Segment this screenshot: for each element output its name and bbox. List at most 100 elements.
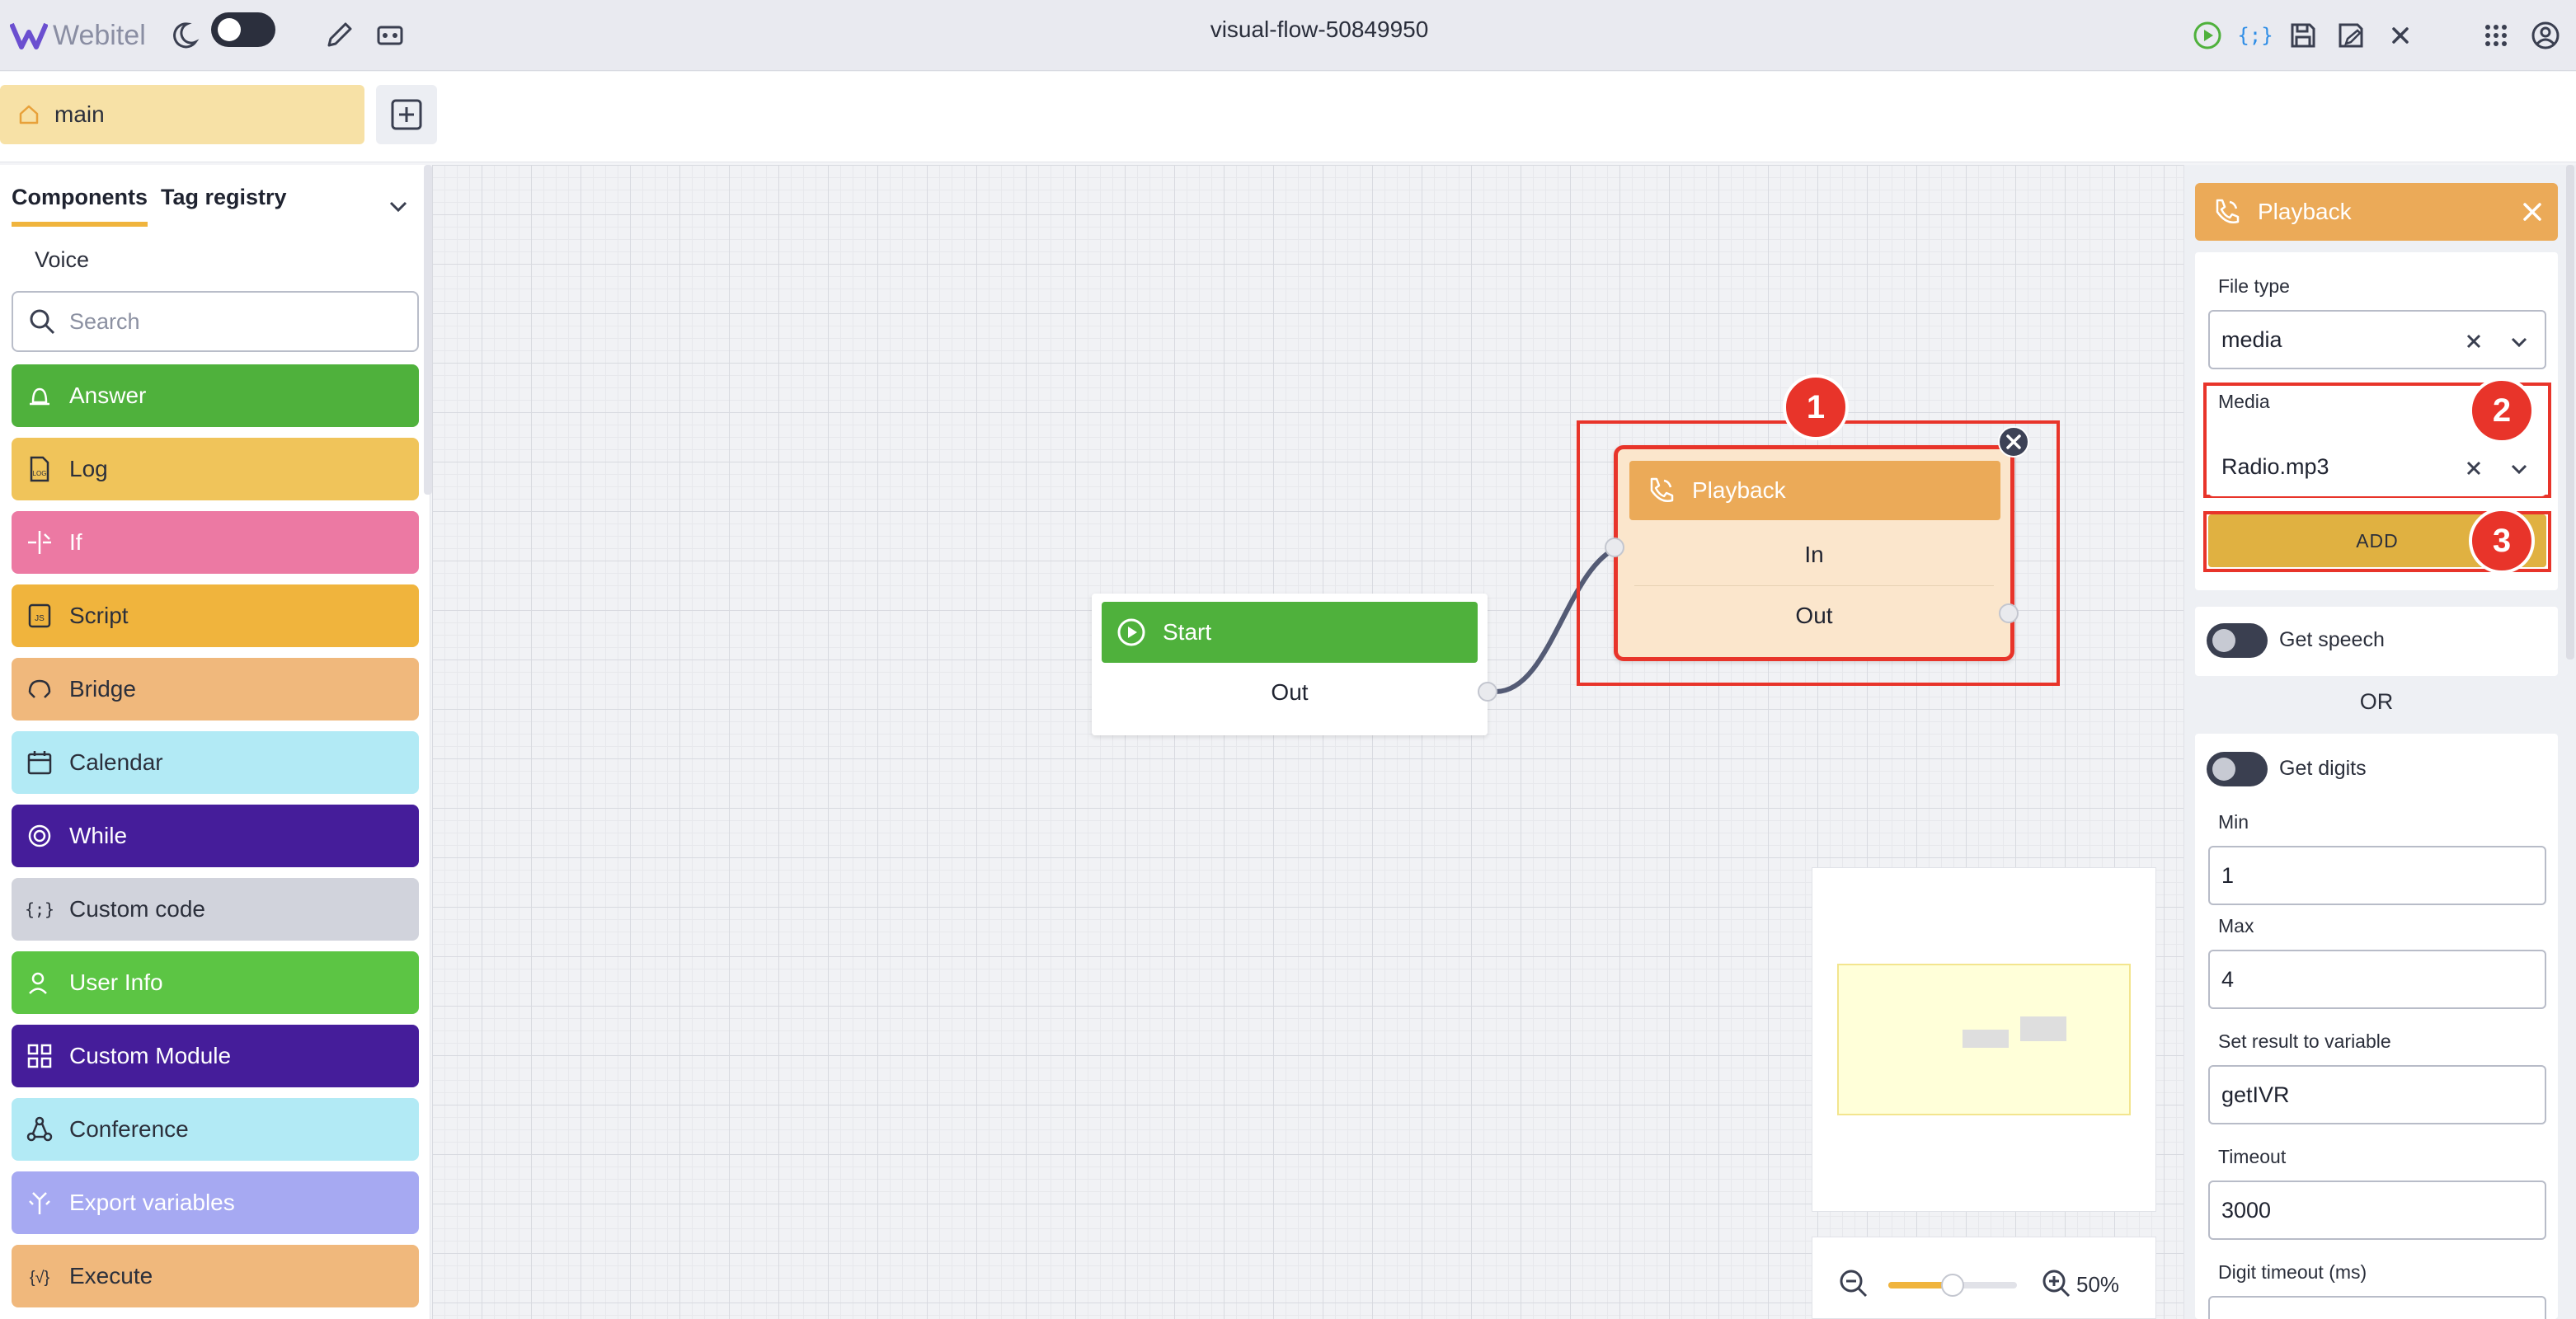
- clear-icon[interactable]: [2462, 457, 2485, 480]
- media-label: Media: [2218, 391, 2270, 412]
- component-label: Conference: [69, 1116, 189, 1142]
- tab-tag-registry[interactable]: Tag registry: [161, 185, 287, 227]
- svg-text:{;}: {;}: [25, 899, 54, 919]
- playback-in-label: In: [1804, 542, 1824, 567]
- phone-playback-icon: [1650, 477, 1674, 502]
- add-square-icon: [391, 99, 422, 130]
- minimap-node: [1963, 1030, 2009, 1048]
- search-input[interactable]: Search: [12, 291, 419, 352]
- webitel-logo[interactable]: Webitel: [10, 15, 146, 56]
- phone-playback-icon: [2216, 199, 2240, 223]
- panel-title: Playback: [2258, 199, 2352, 224]
- dark-mode-toggle[interactable]: [211, 12, 275, 47]
- component-answer[interactable]: Answer: [12, 364, 419, 427]
- add-tab-button[interactable]: [376, 85, 437, 144]
- component-export-variables[interactable]: Export variables: [12, 1171, 419, 1234]
- section-voice[interactable]: Voice: [35, 247, 89, 273]
- media-select[interactable]: Radio.mp3: [2208, 437, 2546, 496]
- media-value: Radio.mp3: [2221, 453, 2329, 479]
- component-custom-code[interactable]: {;} Custom code: [12, 878, 419, 941]
- svg-text:LOG: LOG: [33, 470, 47, 477]
- user-account-icon[interactable]: [2523, 13, 2568, 58]
- playback-node[interactable]: Playback In Out: [1614, 445, 2014, 661]
- playback-out-port[interactable]: [1999, 603, 2019, 623]
- result-variable-input[interactable]: getIVR: [2208, 1065, 2546, 1124]
- top-bar: Webitel visual-flow-50849950 {;}: [0, 0, 2576, 71]
- chevron-down-icon[interactable]: [2507, 330, 2531, 354]
- component-execute[interactable]: {√} Execute: [12, 1245, 419, 1307]
- component-user-info[interactable]: User Info: [12, 951, 419, 1014]
- component-bridge[interactable]: Bridge: [12, 658, 419, 721]
- components-sidebar: Components Tag registry Voice Search Ans…: [0, 165, 430, 1319]
- export-variables-icon: [29, 1192, 50, 1214]
- chevron-down-icon[interactable]: [2507, 457, 2531, 481]
- close-flow-icon[interactable]: [2378, 13, 2423, 58]
- component-custom-module[interactable]: Custom Module: [12, 1025, 419, 1087]
- zoom-in-icon[interactable]: [2040, 1267, 2073, 1300]
- component-log[interactable]: LOG Log: [12, 438, 419, 500]
- flow-tabs-bar: main: [0, 72, 2576, 162]
- start-node-header[interactable]: Start: [1102, 602, 1478, 663]
- timeout-input[interactable]: 3000: [2208, 1181, 2546, 1240]
- component-label: While: [69, 823, 128, 848]
- pencil-icon[interactable]: [317, 13, 361, 58]
- script-icon: JS: [28, 603, 51, 628]
- step-badge-1: 1: [1783, 374, 1849, 440]
- start-node[interactable]: Start Out: [1092, 594, 1488, 735]
- panel-scrollbar[interactable]: [2566, 165, 2574, 660]
- zoom-out-icon[interactable]: [1837, 1267, 1870, 1300]
- component-label: If: [69, 529, 82, 555]
- minimap-node: [2020, 1016, 2066, 1041]
- file-type-select[interactable]: media: [2208, 310, 2546, 369]
- get-speech-label: Get speech: [2279, 628, 2385, 651]
- calendar-icon: [27, 751, 52, 775]
- component-label: Custom code: [69, 896, 205, 922]
- toggle-knob: [2212, 629, 2235, 652]
- component-while[interactable]: While: [12, 805, 419, 867]
- delete-node-icon[interactable]: [1997, 425, 2030, 458]
- get-speech-toggle[interactable]: [2207, 623, 2268, 658]
- close-panel-icon[interactable]: [2517, 196, 2548, 228]
- dark-mode-icon[interactable]: [162, 13, 206, 58]
- user-info-icon: [29, 972, 47, 994]
- file-type-label: File type: [2218, 275, 2290, 297]
- panel-header: Playback: [2195, 183, 2558, 241]
- execute-icon: {√}: [30, 1269, 50, 1287]
- get-digits-toggle[interactable]: [2207, 752, 2268, 786]
- save-as-icon[interactable]: [2329, 13, 2373, 58]
- zoom-slider-thumb[interactable]: [1941, 1274, 1964, 1297]
- timeout-value: 3000: [2221, 1197, 2272, 1223]
- component-calendar[interactable]: Calendar: [12, 731, 419, 794]
- playback-out-label: Out: [1795, 603, 1833, 628]
- start-out-port[interactable]: [1478, 682, 1497, 702]
- flow-title: visual-flow-50849950: [1210, 16, 1429, 42]
- save-icon[interactable]: [2281, 13, 2325, 58]
- min-input[interactable]: 1: [2208, 846, 2546, 905]
- zoom-controls: 50%: [1812, 1237, 2156, 1319]
- minimap[interactable]: [1812, 867, 2156, 1212]
- tab-components[interactable]: Components: [12, 185, 148, 227]
- digit-timeout-input[interactable]: [2208, 1296, 2546, 1319]
- component-script[interactable]: JS Script: [12, 584, 419, 647]
- clear-icon[interactable]: [2462, 330, 2485, 353]
- tab-main[interactable]: main: [0, 85, 364, 144]
- sidebar-scrollbar[interactable]: [424, 165, 432, 495]
- json-code-icon[interactable]: {;}: [2233, 13, 2278, 58]
- min-value: 1: [2221, 862, 2235, 888]
- component-label: Export variables: [69, 1190, 235, 1215]
- flow-settings-icon[interactable]: [368, 13, 412, 58]
- run-icon[interactable]: [2185, 13, 2230, 58]
- max-input[interactable]: 4: [2208, 950, 2546, 1009]
- search-icon: [30, 309, 55, 335]
- apps-grid-icon[interactable]: [2474, 13, 2518, 58]
- playback-in-port[interactable]: [1605, 537, 1624, 557]
- component-if[interactable]: If: [12, 511, 419, 574]
- answer-icon: [30, 387, 49, 406]
- playback-node-header[interactable]: Playback: [1629, 461, 2000, 520]
- zoom-level: 50%: [2076, 1272, 2120, 1297]
- component-label: Execute: [69, 1263, 153, 1288]
- component-conference[interactable]: Conference: [12, 1098, 419, 1161]
- chevron-down-icon[interactable]: [384, 193, 412, 221]
- play-circle-icon: [1117, 618, 1145, 646]
- home-icon: [19, 105, 39, 124]
